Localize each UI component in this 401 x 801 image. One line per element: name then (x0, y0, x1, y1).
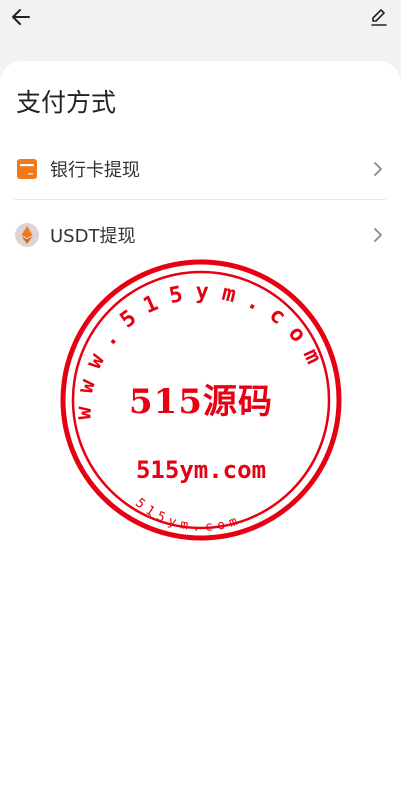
bank-card-icon (14, 156, 40, 182)
screen: 支付方式 银行卡提现 USDT提现 www.515ym.com 515ym.co… (0, 0, 401, 801)
method-label: 银行卡提现 (50, 160, 140, 181)
method-row-usdt[interactable]: USDT提现 (14, 209, 386, 261)
arrow-left-icon (12, 9, 30, 25)
ethereum-icon (14, 222, 40, 248)
watermark-center-text: 515源码 (129, 382, 273, 422)
method-label: USDT提现 (50, 226, 136, 247)
chevron-right-icon (370, 159, 386, 179)
watermark-url-text: 515ym.com (135, 456, 267, 484)
pencil-icon (371, 9, 387, 26)
back-button[interactable] (8, 4, 34, 30)
chevron-right-icon (370, 225, 386, 245)
top-bar (0, 0, 401, 60)
watermark-stamp: www.515ym.com 515ym.com 515源码 515ym.com (57, 256, 345, 544)
method-row-bank-card[interactable]: 银行卡提现 (14, 139, 386, 200)
page-title: 支付方式 (16, 88, 117, 117)
edit-button[interactable] (367, 5, 391, 29)
